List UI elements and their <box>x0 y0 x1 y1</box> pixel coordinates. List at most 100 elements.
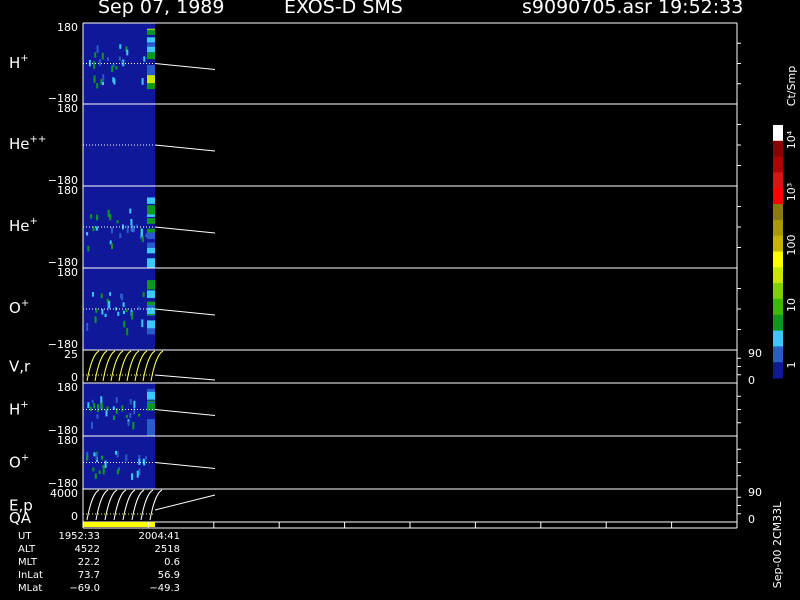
panel-7: 180−180O+ <box>9 434 741 490</box>
curve-line <box>142 350 156 382</box>
panel-label: O+ <box>9 298 29 317</box>
count-pixel <box>119 44 122 49</box>
trend-line <box>154 226 216 234</box>
count-pixel <box>123 320 126 328</box>
count-pixel <box>138 413 141 417</box>
count-pixel <box>119 233 122 239</box>
orbit-info-label: InLat <box>18 570 43 581</box>
colorbar-swatch <box>773 251 783 268</box>
count-pixel <box>87 402 90 409</box>
trend-line <box>154 374 216 381</box>
count-pixel <box>93 403 96 409</box>
count-pixel <box>95 226 98 231</box>
orbit-info-end: 2518 <box>154 544 180 555</box>
right-tick-label: 90 <box>748 347 762 360</box>
count-pixel <box>98 470 101 475</box>
curve-line <box>126 350 140 382</box>
colorbar-swatch <box>773 156 783 173</box>
right-tick-label: 0 <box>748 374 755 387</box>
orbit-info-label: UT <box>18 531 32 542</box>
count-pixel <box>147 290 155 298</box>
orbit-info-end: 56.9 <box>157 570 180 581</box>
panel-label: H+ <box>9 400 29 419</box>
panel-label: He++ <box>9 134 46 153</box>
count-pixel <box>90 406 92 412</box>
orbit-info-start: 73.7 <box>77 570 100 581</box>
y-tick-top: 180 <box>57 266 78 279</box>
trend-line <box>154 63 216 70</box>
chart-canvas: 180−180H+180−180He++180−180He+180−180O+9… <box>9 21 798 588</box>
count-pixel <box>102 466 105 475</box>
curve-line <box>149 489 163 521</box>
count-pixel <box>115 451 117 455</box>
count-pixel <box>120 293 122 299</box>
colorbar-swatch <box>773 283 783 300</box>
colorbar-swatch <box>773 267 783 284</box>
count-pixel <box>147 258 155 269</box>
count-pixel <box>147 197 155 204</box>
count-pixel <box>121 61 124 65</box>
count-pixel <box>133 400 136 408</box>
y-tick-top: 180 <box>57 184 78 197</box>
colorbar-tick-label: 100 <box>785 235 798 256</box>
count-pixel <box>101 52 104 60</box>
count-pixel <box>96 414 99 419</box>
panel-label: He+ <box>9 216 38 235</box>
colorbar-swatch <box>773 298 783 316</box>
count-pixel <box>137 306 140 311</box>
panel-label-sup: + <box>21 453 29 464</box>
colorbar-swatch <box>773 346 783 363</box>
colorbar-swatch <box>773 235 783 252</box>
count-pixel <box>104 460 107 469</box>
count-pixel <box>101 455 103 460</box>
count-pixel <box>86 323 89 331</box>
panel-label: H+ <box>9 53 29 72</box>
count-pixel <box>125 454 128 462</box>
count-pixel <box>129 413 132 418</box>
count-pixel <box>121 405 124 412</box>
count-pixel <box>91 421 93 429</box>
colorbar-swatch <box>773 188 783 205</box>
panel-1: 180−180H+ <box>9 21 741 105</box>
colorbar-swatch <box>773 362 783 379</box>
count-pixel <box>136 470 139 478</box>
count-pixel <box>127 421 130 426</box>
count-pixel <box>94 316 97 323</box>
count-pixel <box>126 225 129 234</box>
count-pixel <box>141 78 144 85</box>
curve-line <box>150 350 164 382</box>
panel-label-sup: + <box>21 298 29 309</box>
count-pixel <box>131 473 134 480</box>
count-pixel <box>147 29 155 35</box>
count-pixel <box>98 59 101 66</box>
count-pixel <box>86 232 89 236</box>
count-pixel <box>147 52 155 60</box>
count-pixel <box>111 243 113 250</box>
count-pixel <box>118 56 121 61</box>
y-tick-top: 180 <box>57 434 78 447</box>
count-pixel <box>96 83 99 89</box>
count-pixel <box>97 404 99 413</box>
count-pixel <box>132 227 135 233</box>
trend-line <box>154 144 216 152</box>
curve-line <box>134 350 148 382</box>
panel-8: 90040000E,p <box>9 486 762 526</box>
orbit-info-label: MLT <box>18 557 37 568</box>
count-pixel <box>111 65 114 72</box>
count-pixel <box>147 37 155 43</box>
colorbar-tick-label: 10³ <box>785 183 798 201</box>
count-pixel <box>132 421 135 430</box>
count-pixel <box>113 415 115 421</box>
count-pixel <box>94 473 97 480</box>
colorbar-swatch <box>773 204 783 221</box>
trend-line <box>154 494 216 511</box>
count-pixel <box>147 247 155 254</box>
panel-4: 180−180O+ <box>9 266 741 351</box>
count-pixel <box>102 464 105 468</box>
count-pixel <box>129 399 132 405</box>
count-pixel <box>93 452 96 457</box>
count-pixel <box>102 82 104 86</box>
y-tick-top: 4000 <box>50 487 78 500</box>
count-pixel <box>96 214 99 221</box>
count-pixel <box>93 75 96 83</box>
